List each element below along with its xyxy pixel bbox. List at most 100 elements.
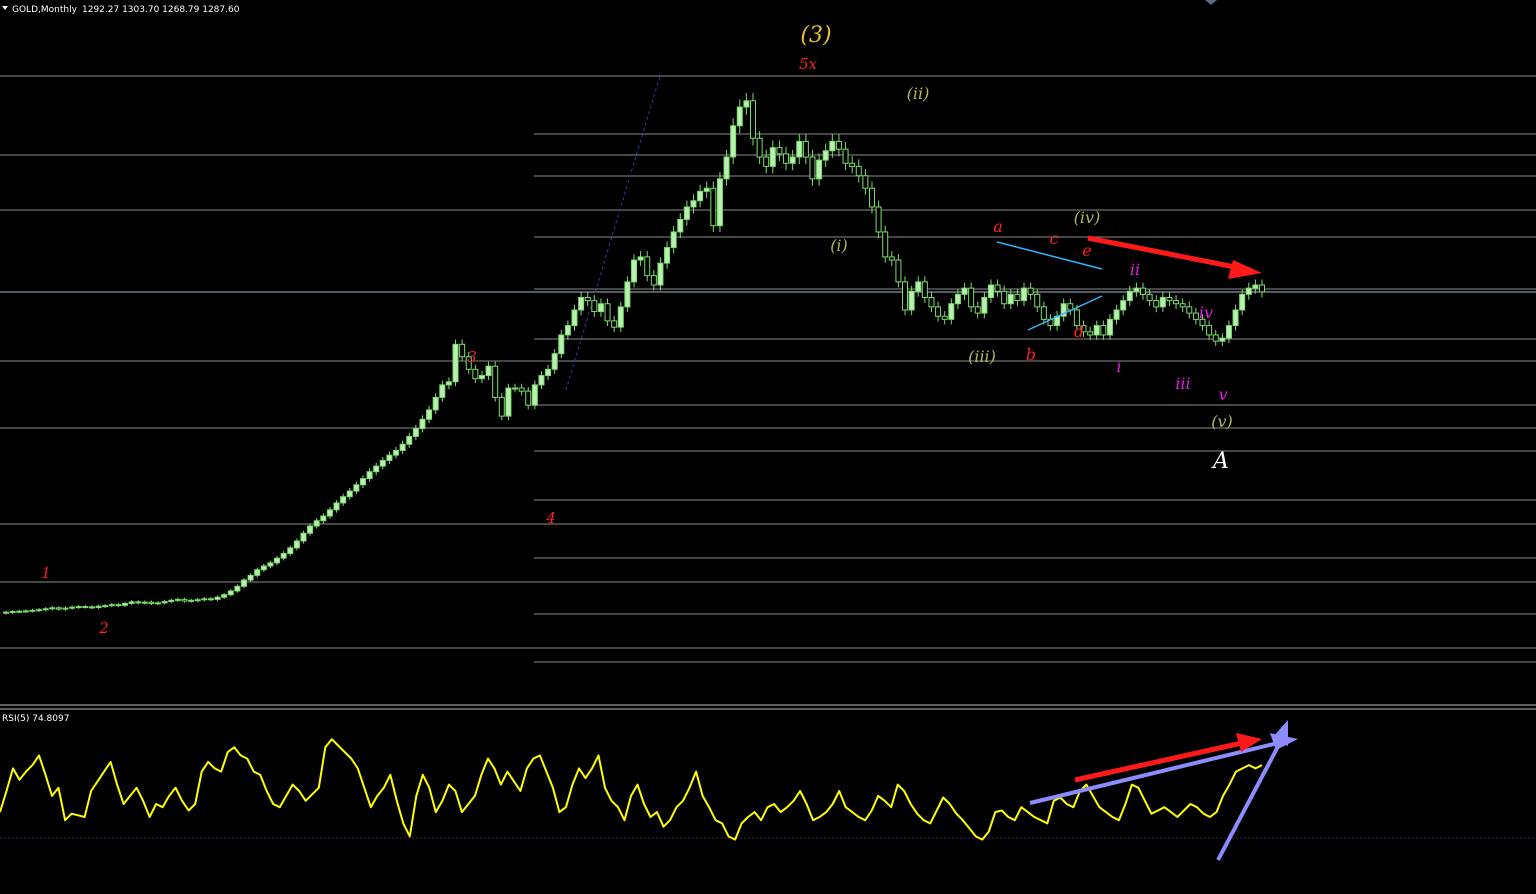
candle-body: [168, 599, 175, 603]
candle-body: [723, 156, 730, 180]
candle-body: [174, 598, 181, 601]
candle-body: [604, 303, 611, 322]
candle-body: [478, 375, 485, 380]
candle-body: [102, 605, 109, 608]
candle-body: [1133, 287, 1140, 292]
wave-label: A: [1211, 449, 1229, 474]
candle-body: [617, 306, 624, 328]
candle-body: [1126, 290, 1133, 302]
candle-body: [683, 206, 690, 220]
candle-body: [227, 590, 234, 596]
candle-body: [809, 156, 816, 180]
candle-body: [763, 156, 770, 167]
candle-body: [631, 259, 637, 283]
candle-body: [842, 148, 849, 164]
wave-label: (iii): [968, 347, 996, 366]
candle-body: [855, 165, 862, 177]
candle-body: [776, 147, 783, 155]
candle-body: [908, 290, 915, 311]
candle-body: [816, 159, 823, 180]
candle-body: [895, 259, 902, 283]
wave-label: 3: [467, 348, 477, 366]
candle-body: [1100, 325, 1107, 336]
candle-body: [525, 390, 532, 406]
candle-body: [935, 306, 942, 317]
candle-body: [69, 606, 76, 609]
symbol-label: GOLD,Monthly: [12, 5, 78, 15]
candle-body: [749, 100, 756, 139]
wave-label: iv: [1199, 303, 1213, 322]
candle-body: [822, 150, 829, 161]
candle-body: [1173, 300, 1180, 305]
candle-body: [1113, 309, 1120, 320]
candle-body: [340, 496, 347, 504]
wave-label: 5x: [799, 55, 818, 73]
candle-body: [716, 178, 723, 227]
candle-body: [558, 334, 565, 355]
candle-body: [373, 465, 380, 473]
candle-body: [954, 293, 961, 305]
candle-body: [888, 256, 895, 261]
candle-body: [690, 200, 697, 208]
candle-body: [578, 296, 585, 311]
candle-body: [670, 231, 677, 249]
candle-body: [326, 509, 333, 517]
candle-body: [1206, 325, 1213, 336]
candle-body: [412, 428, 419, 437]
candle-body: [902, 281, 909, 311]
candle-body: [1034, 293, 1041, 308]
candle-body: [280, 552, 287, 559]
candle-body: [399, 443, 406, 451]
candle-body: [419, 418, 426, 430]
wave-label: (v): [1211, 412, 1233, 431]
candle-body: [88, 606, 95, 609]
candle-body: [644, 256, 651, 277]
candle-body: [313, 520, 320, 527]
candle-body: [1166, 296, 1173, 302]
candle-body: [393, 449, 400, 456]
candle-body: [108, 604, 115, 607]
candle-body: [756, 137, 763, 158]
candle-body: [42, 608, 49, 611]
candle-body: [135, 601, 142, 604]
candle-body: [697, 190, 704, 202]
candle-body: [386, 454, 393, 461]
candle-body: [1001, 290, 1008, 305]
candle-body: [882, 231, 889, 258]
candle-body: [875, 206, 882, 233]
candle-body: [307, 525, 314, 534]
candle-body: [346, 490, 353, 498]
wave-label: a: [993, 217, 1003, 236]
candle-body: [1186, 306, 1193, 314]
candle-body: [333, 502, 340, 511]
candle-body: [677, 218, 684, 233]
candle-body: [274, 557, 281, 564]
wave-label: 4: [545, 509, 556, 527]
candle-body: [452, 343, 459, 383]
candle-body: [459, 343, 466, 358]
candle-body: [320, 515, 327, 522]
candle-body: [591, 300, 598, 313]
candle-body: [1153, 300, 1160, 308]
candle-body: [3, 611, 9, 614]
candle-body: [921, 281, 928, 298]
candle-body: [188, 599, 195, 602]
candle-body: [981, 296, 988, 314]
candle-body: [512, 387, 519, 390]
candle-body: [36, 609, 43, 612]
wave-label: b: [1026, 345, 1036, 364]
candle-body: [207, 598, 214, 601]
candle-body: [1192, 312, 1199, 320]
candle-body: [974, 306, 981, 314]
candle-body: [148, 601, 155, 604]
candle-body: [254, 569, 261, 576]
wave-label: 2: [98, 619, 109, 637]
candle-body: [802, 140, 809, 158]
candle-body: [240, 579, 247, 587]
candle-body: [62, 607, 69, 610]
candle-body: [1245, 287, 1252, 295]
candle-body: [439, 384, 446, 398]
wave-label: 1: [41, 564, 51, 582]
candle-body: [545, 368, 552, 377]
candle-body: [260, 565, 267, 571]
